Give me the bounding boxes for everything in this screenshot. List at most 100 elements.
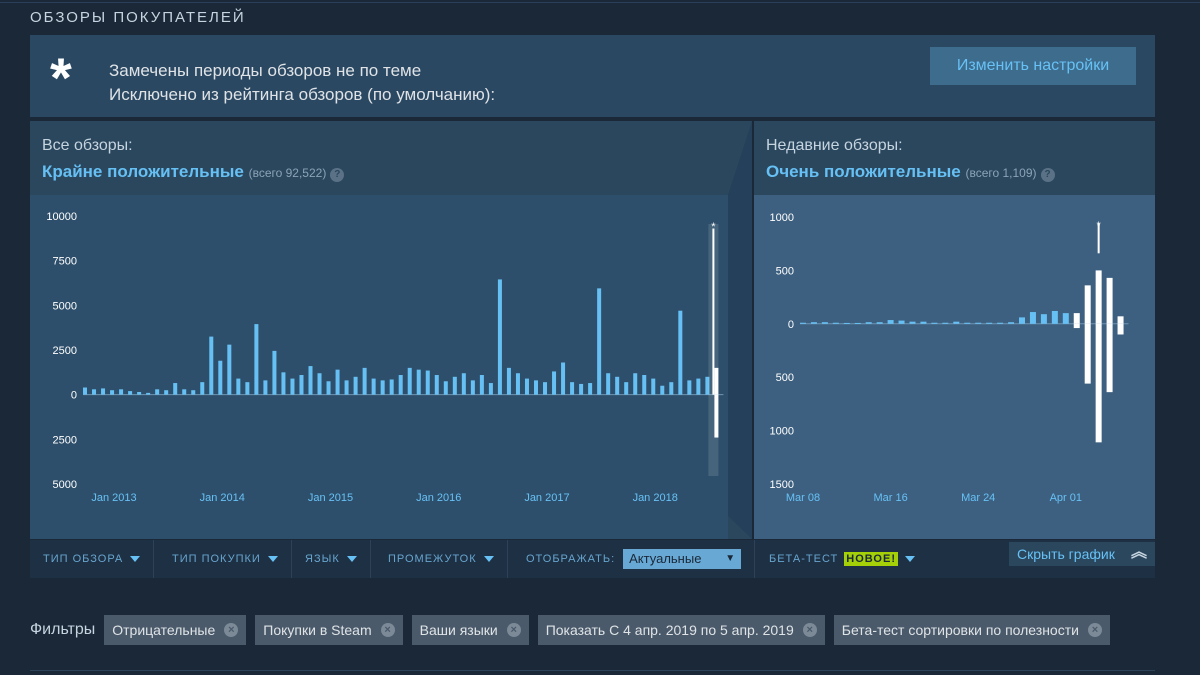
x-tick-label: Mar 24 (961, 492, 995, 504)
positive-bar (128, 391, 133, 395)
purchase-type-dropdown[interactable]: ТИП ПОКУПКИ (159, 540, 292, 578)
caret-down-icon (483, 556, 494, 563)
chip-label: Отрицательные (112, 622, 216, 638)
positive-bar (1029, 312, 1036, 324)
positive-bar (552, 371, 557, 395)
positive-bar (380, 380, 385, 395)
positive-bar (606, 373, 611, 395)
positive-bar (407, 367, 412, 395)
recent-reviews-total: (всего 1,109) (965, 166, 1037, 180)
divider (0, 2, 1200, 3)
positive-bar (909, 321, 916, 324)
beta-label: БЕТА-ТЕСТ (769, 553, 839, 565)
positive-bar (964, 322, 971, 324)
positive-bar (164, 390, 169, 395)
positive-bar (497, 279, 502, 395)
recent-reviews-rating[interactable]: Очень положительные (766, 162, 961, 181)
positive-bar (660, 385, 665, 395)
filter-chip[interactable]: Отрицательные × (104, 615, 247, 645)
positive-bar (997, 322, 1004, 324)
positive-bar (651, 378, 656, 395)
section-title: ОБЗОРЫ ПОКУПАТЕЛЕЙ (30, 9, 246, 26)
chip-label: Бета-тест сортировки по полезности (841, 622, 1079, 638)
y-tick-label: 1500 (770, 479, 794, 491)
positive-bar (362, 367, 367, 395)
hide-graph-button[interactable]: Скрыть график ︽ (1009, 542, 1155, 566)
all-reviews-rating[interactable]: Крайне положительные (42, 162, 244, 181)
positive-bar (588, 383, 593, 395)
positive-bar (101, 388, 106, 395)
negative-bar (1106, 323, 1113, 393)
positive-bar (461, 373, 466, 395)
notice-line-2: Исключено из рейтинга обзоров (по умолча… (109, 85, 496, 104)
y-tick-label: 5000 (53, 300, 77, 312)
all-reviews-summary: Крайне положительные (всего 92,522)? (42, 162, 345, 182)
remove-icon[interactable]: × (506, 623, 521, 637)
positive-bar (832, 322, 839, 324)
review-type-dropdown[interactable]: ТИП ОБЗОРА (30, 540, 155, 578)
positive-bar (678, 310, 683, 395)
positive-bar (470, 380, 475, 395)
positive-bar (642, 375, 647, 395)
x-tick-label: Jan 2014 (200, 492, 245, 504)
help-icon[interactable]: ? (1040, 168, 1055, 182)
active-filters: Фильтры Отрицательные × Покупки в Steam × … (30, 615, 1110, 645)
caret-down-icon (905, 556, 915, 563)
zoom-connector (728, 121, 752, 539)
positive-bar (200, 382, 205, 395)
remove-icon[interactable]: × (380, 623, 395, 637)
y-tick-label: 7500 (53, 256, 77, 268)
filter-chip[interactable]: Покупки в Steam × (255, 615, 403, 645)
positive-bar (506, 367, 511, 395)
positive-bar (209, 336, 214, 395)
positive-bar (398, 375, 403, 395)
caret-down-icon: ▼ (725, 553, 736, 565)
range-dropdown[interactable]: ПРОМЕЖУТОК (375, 540, 508, 578)
positive-bar (272, 350, 277, 395)
y-tick-label: 2500 (53, 434, 77, 446)
positive-bar (597, 288, 602, 395)
positive-bar (110, 390, 115, 395)
chip-label: Покупки в Steam (263, 622, 372, 638)
positive-bar (425, 370, 430, 395)
display-select[interactable]: Актуальные ▼ (623, 549, 742, 570)
positive-bar (1106, 277, 1113, 324)
positive-bar (1019, 317, 1025, 324)
positive-bar (353, 376, 358, 395)
remove-icon[interactable]: × (1087, 623, 1102, 637)
help-icon[interactable]: ? (330, 168, 345, 182)
y-tick-label: 2500 (53, 345, 77, 357)
double-chevron-up-icon: ︽ (1130, 544, 1147, 561)
positive-bar (887, 320, 894, 324)
hide-graph-label: Скрыть график (1017, 546, 1115, 562)
filter-chip[interactable]: Показать С 4 апр. 2019 по 5 апр. 2019 × (537, 615, 825, 645)
remove-icon[interactable]: × (224, 623, 239, 637)
caret-down-icon (267, 556, 278, 563)
display-value: Актуальные (629, 551, 702, 567)
filter-chip[interactable]: Бета-тест сортировки по полезности × (833, 615, 1110, 645)
positive-bar (119, 389, 124, 395)
recent-reviews-label: Недавние обзоры: (766, 137, 903, 154)
language-dropdown[interactable]: ЯЗЫК (292, 540, 371, 578)
positive-bar (479, 375, 484, 395)
y-tick-label: 1000 (770, 426, 794, 438)
positive-bar (696, 378, 701, 395)
all-reviews-chart: 10000 7500 5000 2500 0 2500 5000 * Jan 2013 Jan 2… (30, 195, 786, 539)
new-badge: НОВОЕ! (844, 552, 898, 566)
filter-chip[interactable]: Ваши языки × (411, 615, 529, 645)
caret-down-icon (346, 556, 357, 563)
positive-bar (854, 322, 861, 324)
x-tick-label: Jan 2016 (416, 492, 461, 504)
x-tick-label: Jan 2017 (524, 492, 569, 504)
remove-icon[interactable]: × (802, 623, 817, 637)
divider (30, 670, 1155, 671)
x-tick-label: Apr 01 (1050, 492, 1082, 504)
positive-bar (218, 360, 223, 395)
all-reviews-label: Все обзоры: (42, 137, 133, 154)
asterisk-marker: * (711, 221, 716, 233)
range-label: ПРОМЕЖУТОК (388, 553, 477, 565)
filters-label: Фильтры (30, 621, 96, 638)
change-settings-button[interactable]: Изменить настройки (930, 47, 1136, 85)
beta-dropdown[interactable]: БЕТА-ТЕСТ НОВОЕ! (756, 540, 928, 578)
negative-bar (1084, 323, 1091, 384)
